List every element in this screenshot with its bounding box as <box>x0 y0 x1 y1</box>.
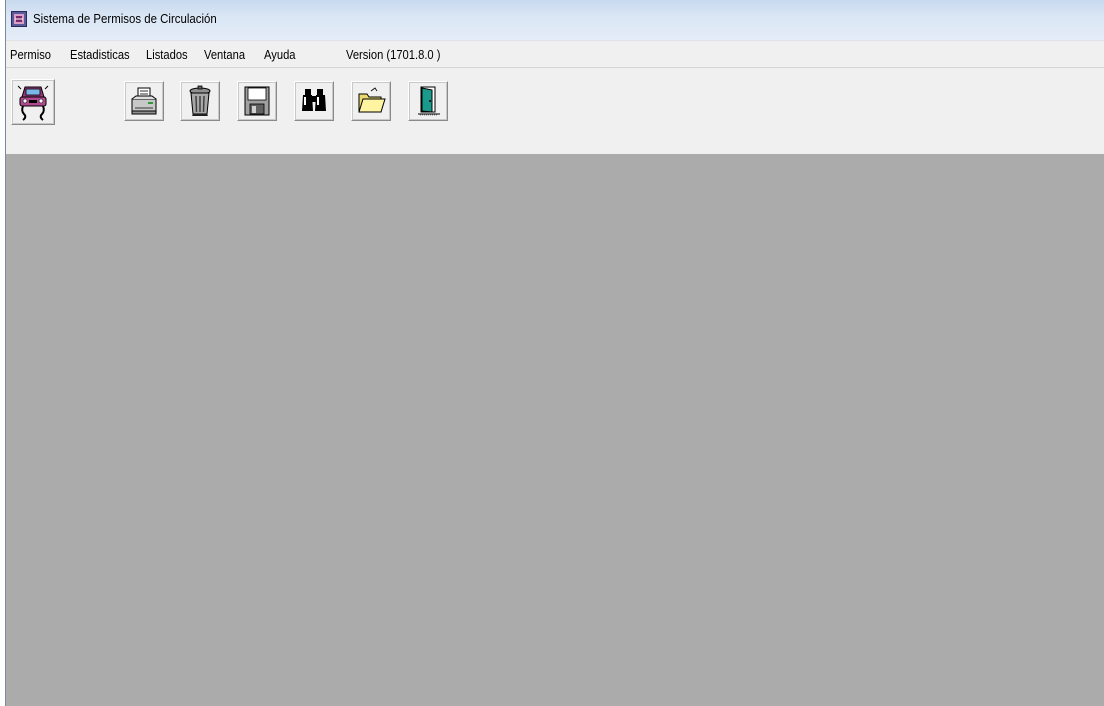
binoculars-icon <box>302 89 326 111</box>
menu-ventana[interactable]: Ventana <box>204 47 245 63</box>
menu-ayuda[interactable]: Ayuda <box>264 47 296 63</box>
app-icon <box>11 11 27 27</box>
title-bar[interactable]: Sistema de Permisos de Circulación <box>6 0 1104 40</box>
menu-permiso[interactable]: Permiso <box>10 47 51 63</box>
print-button[interactable] <box>124 81 164 121</box>
app-window: Sistema de Permisos de Circulación Permi… <box>0 0 1104 706</box>
exit-button[interactable] <box>408 81 448 121</box>
toolbar <box>6 68 1104 154</box>
exit-door-icon <box>418 86 440 116</box>
search-button[interactable] <box>294 81 334 121</box>
menu-estadisticas[interactable]: Estadisticas <box>70 47 130 63</box>
save-icon <box>244 86 270 116</box>
version-label: Version (1701.8.0 ) <box>346 47 441 62</box>
open-folder-button[interactable] <box>351 81 391 121</box>
menu-bar: Permiso Estadisticas Listados Ventana Ay… <box>6 40 1104 68</box>
printer-icon <box>131 87 157 115</box>
window-title: Sistema de Permisos de Circulación <box>33 11 217 26</box>
car-button[interactable] <box>11 79 55 125</box>
trash-icon <box>189 85 211 116</box>
mdi-client-area[interactable] <box>6 154 1104 706</box>
menu-listados[interactable]: Listados <box>146 47 188 63</box>
car-icon <box>17 85 49 121</box>
delete-button[interactable] <box>180 81 220 121</box>
save-button[interactable] <box>237 81 277 121</box>
folder-icon <box>358 87 386 113</box>
